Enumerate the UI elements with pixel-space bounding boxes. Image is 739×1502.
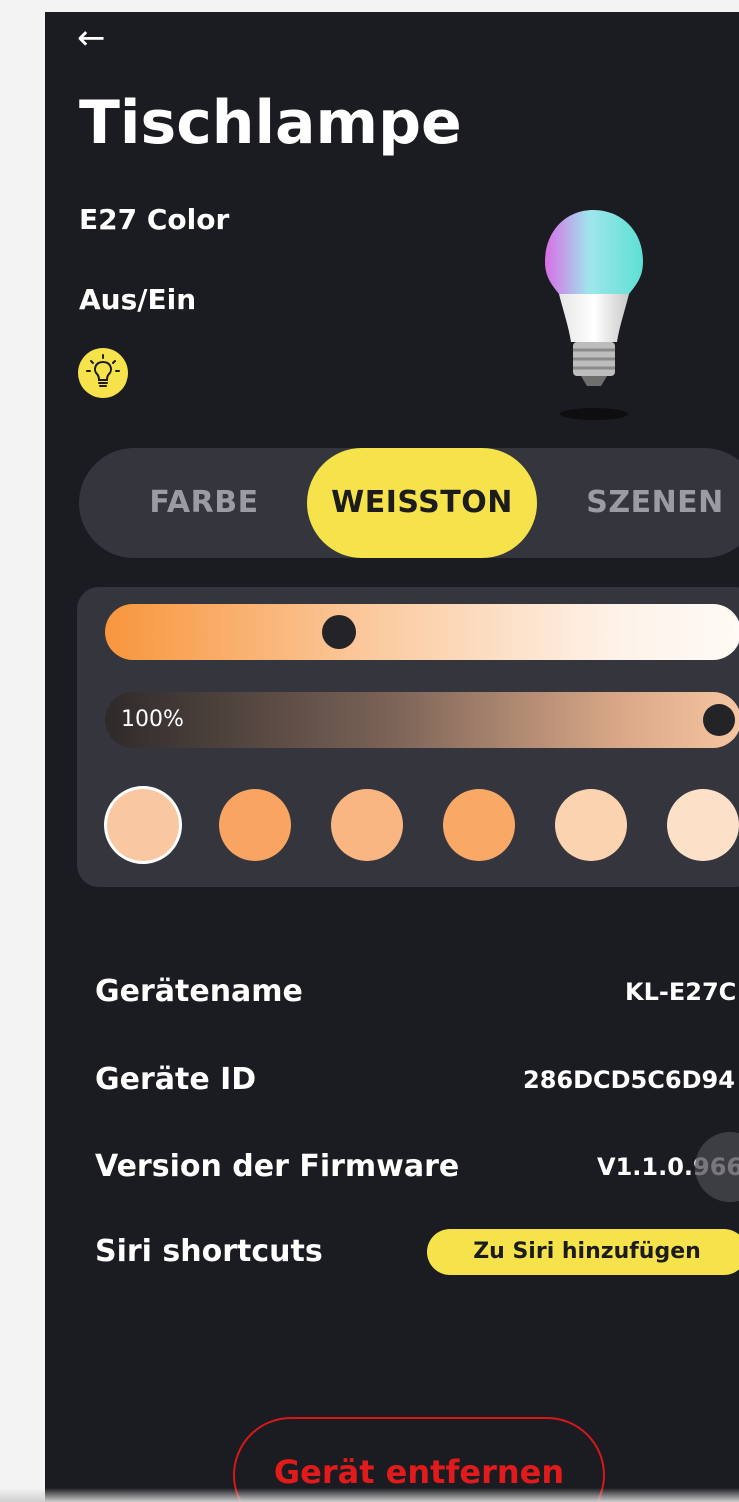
bottom-edge-shadow	[0, 1488, 739, 1502]
brightness-slider-handle[interactable]	[703, 704, 735, 736]
device-name-value: KL-E27C	[625, 978, 737, 1006]
device-model: E27 Color	[79, 203, 230, 236]
mode-tabs: FARBE WEISSTON SZENEN	[79, 448, 739, 558]
brightness-slider[interactable]: 100%	[105, 692, 739, 748]
power-toggle-button[interactable]	[78, 348, 128, 398]
device-name-label: Gerätename	[95, 974, 303, 1009]
page-title: Tischlampe	[79, 88, 462, 158]
lightbulb-icon	[86, 354, 120, 387]
white-tone-panel: 100%	[77, 587, 739, 887]
tab-farbe[interactable]: FARBE	[109, 448, 299, 558]
white-tone-swatch[interactable]	[219, 789, 291, 861]
device-detail-screen: ← Tischlampe E27 Color Aus/Ein FARBE WEI…	[45, 12, 739, 1502]
tab-weisston[interactable]: WEISSTON	[307, 448, 537, 558]
white-tone-swatch[interactable]	[331, 789, 403, 861]
device-id-label: Geräte ID	[95, 1062, 257, 1097]
assistive-touch-bubble[interactable]	[695, 1132, 739, 1202]
color-temperature-slider[interactable]	[105, 604, 739, 660]
device-bulb-image	[545, 210, 643, 420]
white-tone-swatch-selected[interactable]	[107, 789, 179, 861]
tab-szenen[interactable]: SZENEN	[555, 448, 739, 558]
white-tone-swatch[interactable]	[555, 789, 627, 861]
power-label: Aus/Ein	[79, 283, 197, 316]
siri-shortcuts-label: Siri shortcuts	[95, 1234, 323, 1269]
brightness-value: 100%	[121, 707, 184, 732]
color-temperature-slider-handle[interactable]	[322, 615, 356, 649]
firmware-label: Version der Firmware	[95, 1149, 460, 1184]
back-arrow-icon[interactable]: ←	[77, 18, 106, 58]
device-id-value: 286DCD5C6D94	[523, 1066, 735, 1094]
white-tone-swatch[interactable]	[443, 789, 515, 861]
add-to-siri-button[interactable]: Zu Siri hinzufügen	[427, 1229, 739, 1275]
white-tone-swatch[interactable]	[667, 789, 739, 861]
